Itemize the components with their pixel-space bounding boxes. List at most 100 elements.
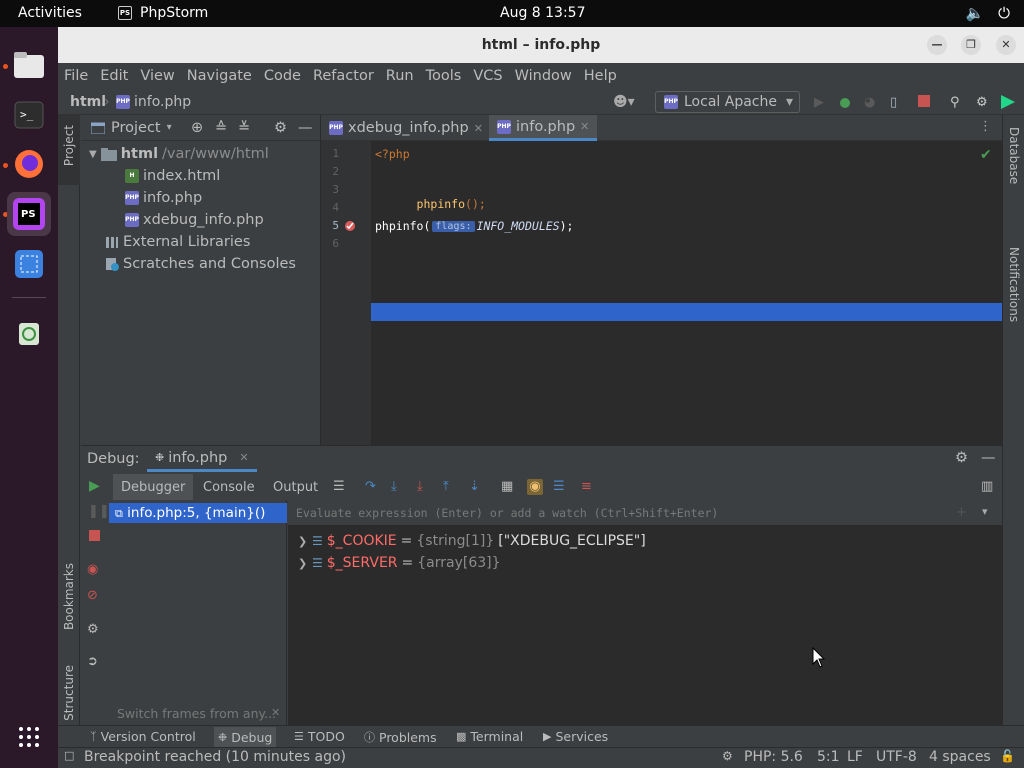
chevron-down-icon[interactable]: ▾	[167, 122, 172, 133]
hide-panel-icon[interactable]: —	[298, 120, 313, 136]
menu-file[interactable]: File	[64, 68, 88, 84]
force-step-into-icon[interactable]: ⤓	[417, 479, 433, 495]
resume-icon[interactable]: ▶	[89, 478, 100, 494]
evaluate-expression-icon[interactable]: ▦	[501, 479, 517, 495]
chevron-down-icon[interactable]: ▾	[982, 505, 988, 518]
debug-icon[interactable]	[838, 95, 852, 109]
files-icon[interactable]	[7, 43, 51, 87]
chevron-right-icon[interactable]: ❯	[298, 535, 308, 548]
breadcrumb-file[interactable]: info.php	[134, 94, 191, 110]
close-tab-icon[interactable]: ✕	[474, 122, 483, 135]
indent-setting[interactable]: 4 spaces	[929, 749, 991, 765]
collapse-all-icon[interactable]: ≚	[238, 120, 250, 136]
notifications-tool-tab[interactable]: Notifications	[1007, 247, 1021, 322]
tab-output[interactable]: Output	[273, 480, 318, 495]
step-into-icon[interactable]: ⤓	[391, 479, 407, 495]
show-execution-point-icon[interactable]: ☰	[333, 479, 349, 495]
status-message[interactable]: Breakpoint reached (10 minutes ago)	[84, 749, 346, 765]
pin-tab-icon[interactable]: ➲	[87, 654, 98, 669]
stop-debug-icon[interactable]	[89, 530, 100, 545]
project-tool-tab[interactable]: Project	[62, 125, 76, 166]
firefox-icon[interactable]	[7, 142, 51, 186]
menu-vcs[interactable]: VCS	[473, 68, 502, 84]
debug-settings-gear-icon[interactable]: ⚙	[955, 450, 968, 466]
view-breakpoints-icon[interactable]: ◉	[87, 562, 98, 577]
chevron-right-icon[interactable]: ❯	[298, 557, 308, 570]
variable-row-server[interactable]: ❯ ☰ $_SERVER = {array[63]}	[298, 552, 501, 574]
screenshot-icon[interactable]	[7, 242, 51, 286]
tree-file-info-php[interactable]: PHP info.php	[125, 187, 202, 209]
jetbrains-toolbox-icon[interactable]	[1001, 95, 1015, 109]
variable-row-cookie[interactable]: ❯ ☰ $_COOKIE = {string[1]} ["XDEBUG_ECLI…	[298, 530, 646, 552]
line-separator[interactable]: LF	[847, 749, 863, 765]
app-menu[interactable]: PS PhpStorm	[118, 5, 208, 21]
caret-position[interactable]: 5:1	[817, 749, 840, 765]
menu-help[interactable]: Help	[584, 68, 617, 84]
menu-refactor[interactable]: Refactor	[313, 68, 374, 84]
tab-version-control[interactable]: ᛉ Version Control	[90, 729, 196, 744]
frames-list-icon[interactable]: ☰	[553, 479, 569, 495]
menu-code[interactable]: Code	[264, 68, 301, 84]
tree-file-xdebug-info-php[interactable]: PHP xdebug_info.php	[125, 209, 264, 231]
breadcrumb-root[interactable]: html	[70, 94, 106, 110]
editor-gutter[interactable]: 1 2 3 4 5 6	[321, 141, 371, 445]
tab-todo[interactable]: ☰ TODO	[294, 729, 345, 744]
activities-button[interactable]: Activities	[18, 5, 82, 21]
window-titlebar[interactable]: html – info.php — ❐ ✕	[58, 27, 1024, 63]
project-panel-title[interactable]: Project	[111, 120, 161, 136]
tab-terminal[interactable]: ▩ Terminal	[456, 729, 523, 744]
structure-tool-tab[interactable]: Structure	[62, 665, 76, 721]
pause-icon[interactable]: ❚❚	[88, 504, 110, 519]
code-line-1[interactable]: <?php	[375, 147, 410, 161]
settings-gear-icon[interactable]: ⚙	[976, 95, 990, 110]
terminal-icon[interactable]: >_	[7, 93, 51, 137]
database-tool-tab[interactable]: Database	[1007, 127, 1021, 184]
step-out-icon[interactable]: ⤒	[443, 479, 459, 495]
clock[interactable]: Aug 8 13:57	[500, 5, 586, 21]
menu-window[interactable]: Window	[515, 68, 572, 84]
panel-options-gear-icon[interactable]: ⚙	[274, 120, 287, 136]
php-version[interactable]: PHP: 5.6	[744, 749, 803, 765]
bookmarks-tool-tab[interactable]: Bookmarks	[62, 563, 76, 630]
power-icon[interactable]: ⏻	[998, 4, 1010, 22]
listen-debug-icon[interactable]: ▯	[890, 95, 904, 110]
menu-navigate[interactable]: Navigate	[187, 68, 252, 84]
add-watch-plus-icon[interactable]: +	[956, 505, 967, 520]
watches-toggle-icon[interactable]: ◉	[527, 479, 543, 495]
evaluate-expression-input[interactable]: Evaluate expression (Enter) or add a wat…	[288, 500, 1002, 526]
tab-console[interactable]: Console	[203, 480, 255, 495]
expand-all-icon[interactable]: ≙	[215, 120, 227, 136]
menu-edit[interactable]: Edit	[100, 68, 128, 84]
breakpoint-icon[interactable]	[344, 220, 356, 232]
debug-session-tab[interactable]: ❉ info.php ✕	[147, 446, 257, 472]
tree-external-libraries[interactable]: External Libraries	[105, 231, 250, 253]
tree-scratches[interactable]: Scratches and Consoles	[105, 253, 296, 275]
run-icon[interactable]: ▶	[814, 95, 828, 110]
vcs-user-icon[interactable]: ☻▾	[613, 94, 635, 110]
add-watch-icon[interactable]: ≡	[581, 479, 597, 495]
close-button[interactable]: ✕	[996, 35, 1016, 55]
tab-debugger[interactable]: Debugger	[113, 474, 194, 500]
minimize-button[interactable]: —	[927, 35, 947, 55]
frame-item[interactable]: ⧉ info.php:5, {main}()	[109, 503, 287, 523]
tree-file-index-html[interactable]: H index.html	[125, 165, 220, 187]
coverage-icon[interactable]: ◕	[864, 95, 878, 110]
lock-icon[interactable]: 🔓	[1000, 749, 1015, 763]
app-grid-icon[interactable]	[7, 715, 51, 759]
tab-options-icon[interactable]: ⋮	[979, 119, 992, 134]
tab-xdebug-info-php[interactable]: PHP xdebug_info.php ✕	[321, 115, 491, 141]
close-tab-icon[interactable]: ✕	[580, 120, 589, 133]
mute-breakpoints-icon[interactable]: ⊘	[87, 588, 98, 603]
tab-services[interactable]: ▶ Services	[543, 729, 608, 744]
file-encoding[interactable]: UTF-8	[876, 749, 917, 765]
run-to-cursor-icon[interactable]: ⇣	[469, 479, 485, 495]
locate-file-icon[interactable]: ⊕	[191, 120, 203, 136]
phpstorm-icon[interactable]: PS	[7, 192, 51, 236]
menu-tools[interactable]: Tools	[426, 68, 462, 84]
close-session-icon[interactable]: ✕	[239, 451, 248, 464]
debug-settings-icon[interactable]: ⚙	[87, 622, 99, 637]
trash-icon[interactable]	[7, 310, 51, 354]
menu-run[interactable]: Run	[386, 68, 414, 84]
menu-view[interactable]: View	[140, 68, 174, 84]
tab-info-php[interactable]: PHP info.php ✕	[489, 115, 598, 141]
